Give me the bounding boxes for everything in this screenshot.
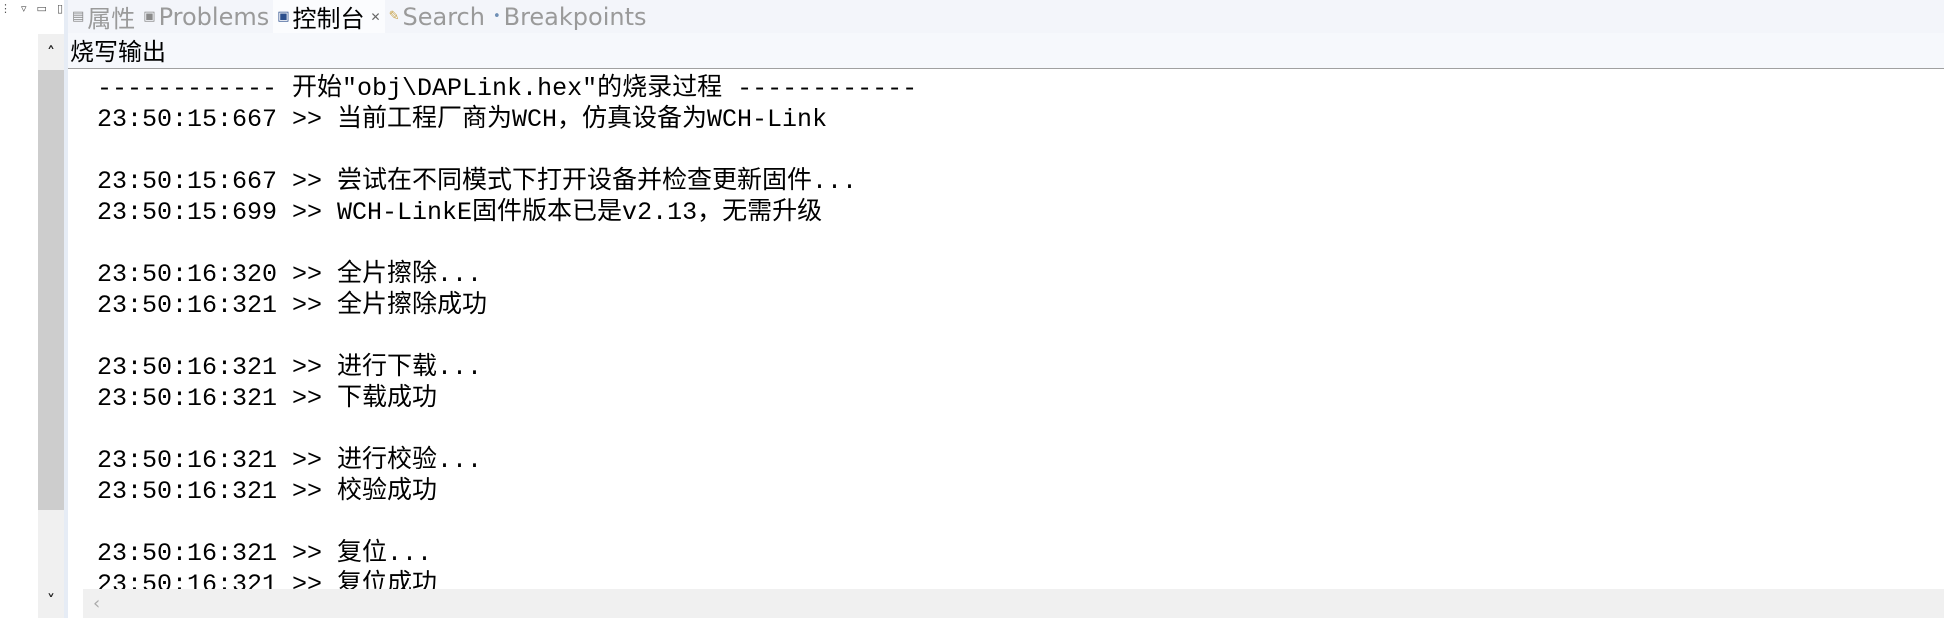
tab-problems[interactable]: ▣ Problems: [139, 0, 273, 33]
console-line: 23:50:15:667 >> 尝试在不同模式下打开设备并检查更新固件...: [97, 167, 858, 196]
left-pane: ⋮ ▿ ▭ ▯ ˄ ˅: [0, 0, 64, 618]
tab-breakpoints[interactable]: • Breakpoints: [489, 0, 651, 33]
console-line: ------------ 开始"obj\DAPLink.hex"的烧录过程 --…: [97, 74, 918, 103]
console-line: 23:50:16:321 >> 进行下载...: [97, 353, 483, 382]
tab-search[interactable]: ✎ Search: [385, 0, 489, 33]
console-output[interactable]: ------------ 开始"obj\DAPLink.hex"的烧录过程 --…: [97, 73, 917, 600]
vertical-scrollbar[interactable]: ˄ ˅: [38, 34, 64, 618]
console-line: 23:50:16:321 >> 复位...: [97, 539, 433, 568]
console-line: 23:50:15:667 >> 当前工程厂商为WCH，仿真设备为WCH-Link: [97, 105, 828, 134]
horizontal-scrollbar[interactable]: ‹: [83, 589, 1944, 618]
tab-console[interactable]: ▣ 控制台 ✕: [273, 0, 385, 33]
minimize-icon[interactable]: ▭: [37, 2, 47, 16]
panel-title: 烧写输出: [68, 33, 1944, 69]
console-line: 23:50:16:321 >> 进行校验...: [97, 446, 483, 475]
breakpoints-icon: •: [492, 9, 501, 24]
console-line: 23:50:16:321 >> 校验成功: [97, 477, 438, 506]
menu-icon[interactable]: ⋮: [0, 2, 11, 16]
scroll-left-icon[interactable]: ‹: [93, 589, 100, 618]
console-line: 23:50:16:321 >> 下载成功: [97, 384, 438, 413]
problems-icon: ▣: [143, 9, 156, 24]
properties-icon: ▤: [72, 9, 85, 24]
console-line: 23:50:16:320 >> 全片擦除...: [97, 260, 483, 289]
view-toolbar: ⋮ ▿ ▭ ▯: [0, 2, 63, 16]
console-icon: ▣: [277, 9, 290, 24]
console-line: 23:50:15:699 >> WCH-LinkE固件版本已是v2.13，无需升…: [97, 198, 823, 227]
search-icon: ✎: [388, 9, 400, 24]
close-icon[interactable]: ✕: [371, 10, 381, 24]
view-menu-icon[interactable]: ▿: [21, 2, 27, 16]
scroll-down-icon[interactable]: ˅: [38, 582, 64, 618]
tab-properties[interactable]: ▤ 属性: [68, 0, 139, 33]
scroll-up-icon[interactable]: ˄: [38, 34, 64, 70]
maximize-icon[interactable]: ▯: [57, 2, 63, 16]
console-line: 23:50:16:321 >> 全片擦除成功: [97, 291, 488, 320]
console-panel: 烧写输出 ------------ 开始"obj\DAPLink.hex"的烧录…: [68, 33, 1944, 618]
tab-bar: ▤ 属性 ▣ Problems ▣ 控制台 ✕ ✎ Search • Breakpoints: [68, 0, 1944, 33]
scrollbar-thumb[interactable]: [38, 70, 64, 510]
